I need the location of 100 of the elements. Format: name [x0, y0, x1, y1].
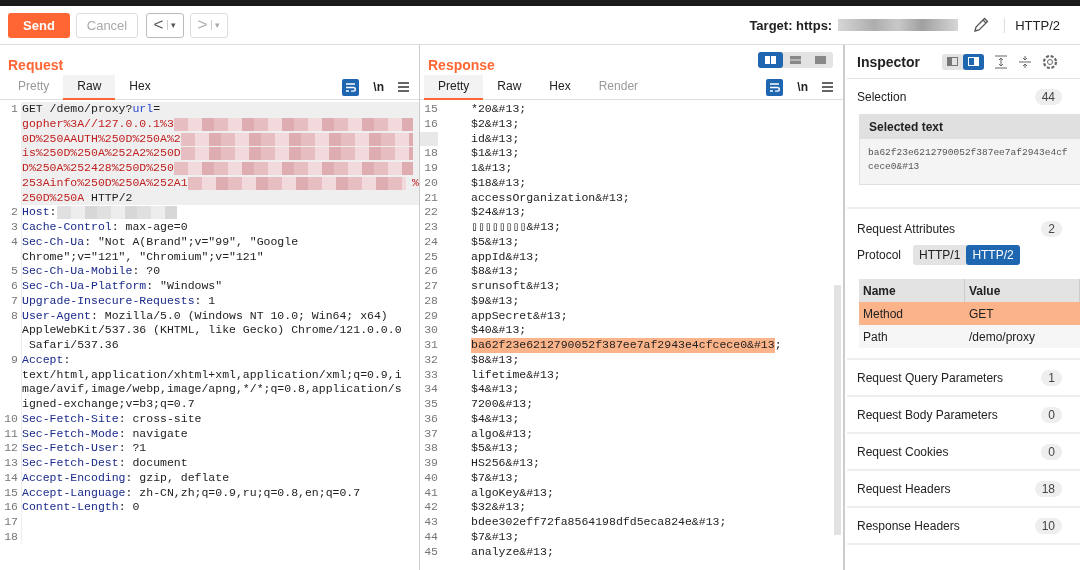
- code-line: GET /demo/proxy?url=: [22, 102, 162, 117]
- code-line: AppleWebKit/537.36 (KHTML, like Gecko) Chrome/121.0.0.0: [22, 323, 403, 338]
- code-line: accessOrganization&#13;: [470, 190, 630, 206]
- scrollbar[interactable]: [834, 285, 841, 535]
- line-number: 1: [0, 102, 21, 206]
- code-line: id&#13;: [470, 131, 520, 147]
- expand-icon[interactable]: [994, 54, 1008, 69]
- view-tab[interactable]: Hex: [535, 74, 585, 100]
- code-line: mage/avif,image/webp,image/apng,*/*;q=0.8,application/s: [22, 382, 403, 397]
- code-line: $5&#13;: [470, 234, 520, 250]
- code-line: analyze&#13;: [470, 544, 554, 560]
- code-line: Sec-Fetch-Mode: navigate: [22, 426, 189, 442]
- response-title: Response: [428, 57, 495, 75]
- code-line: Host:: [22, 205, 419, 220]
- view-tab[interactable]: Raw: [63, 74, 116, 100]
- code-line: $7&#13;: [470, 529, 520, 545]
- wrap-lines-icon[interactable]: [766, 78, 784, 96]
- field-label: Protocol: [857, 248, 902, 262]
- count-badge: 0: [1041, 443, 1062, 460]
- code-line: Sec-Ch-Ua: "Not A(Brand";v="99", "Google: [22, 234, 300, 250]
- code-line: Safari/537.36: [27, 338, 120, 353]
- back-button[interactable]: < ▾: [146, 12, 184, 38]
- code-line: $7&#13;: [470, 470, 520, 486]
- section-label[interactable]: Request Attributes: [857, 222, 956, 236]
- code-line: Sec-Fetch-User: ?1: [22, 441, 148, 456]
- code-line: User-Agent: Mozilla/5.0 (Windows NT 10.0; Win64; x64): [22, 308, 389, 324]
- code-line: Accept-Encoding: gzip, deflate: [22, 470, 231, 486]
- table-cell-text: Path: [862, 328, 889, 346]
- code-line: appSecret&#13;: [470, 308, 568, 324]
- request-title: Request: [8, 57, 64, 75]
- section-label[interactable]: Request Headers: [857, 481, 951, 496]
- code-line: Content-Length: 0: [22, 500, 141, 515]
- menu-icon[interactable]: [398, 82, 409, 92]
- menu-icon[interactable]: [822, 82, 833, 92]
- protocol-toggle[interactable]: HTTP/1: [913, 245, 967, 265]
- code-line: Sec-Fetch-Dest: document: [22, 456, 189, 471]
- section-label[interactable]: Request Cookies: [857, 444, 949, 459]
- count-badge: 18: [1034, 480, 1062, 497]
- rows-icon: [790, 56, 801, 64]
- columns-icon: [765, 56, 776, 64]
- section-label[interactable]: Response Headers: [857, 518, 960, 533]
- count-badge: 10: [1034, 517, 1062, 534]
- code-line: bdee302eff72fa8564198dfd5eca824e&#13;: [470, 515, 727, 530]
- code-line: Accept:: [22, 352, 72, 368]
- code-line: $8&#13;: [470, 352, 520, 368]
- code-line: lifetime&#13;: [470, 367, 561, 383]
- code-line: $2&#13;: [470, 116, 520, 132]
- single-pane-icon: [815, 56, 826, 64]
- code-line: D%250A%252428%250D%250: [22, 161, 419, 176]
- code-line: $1&#13;: [470, 146, 520, 161]
- code-line: 0D%250AAUTH%250D%250A%2: [22, 131, 419, 147]
- inspector-title: Inspector: [857, 53, 920, 70]
- code-line: *20&#13;: [470, 102, 527, 117]
- view-tab[interactable]: Hex: [115, 74, 165, 100]
- code-line: Sec-Ch-Ua-Mobile: ?0: [22, 264, 162, 279]
- code-line: Cache-Control: max-age=0: [22, 220, 189, 235]
- panel-icon: [947, 57, 958, 66]
- collapse-icon[interactable]: [1018, 54, 1032, 69]
- layout-button[interactable]: [758, 52, 783, 68]
- target-label: Target: https:: [749, 17, 833, 33]
- panel-layout-button[interactable]: [963, 53, 984, 70]
- table-cell-text: Method: [862, 305, 905, 323]
- code-line: $24&#13;: [470, 205, 527, 220]
- view-tab[interactable]: Raw: [483, 74, 536, 100]
- code-line: 1&#13;: [470, 161, 513, 176]
- count-badge: 44: [1034, 88, 1062, 105]
- code-line: is%250D%250A%252A2%250D: [22, 146, 419, 161]
- section-label[interactable]: Request Body Parameters: [857, 407, 998, 422]
- code-line: ba62f23e6212790052f387ee7af2943e4cfcece0&#13;: [470, 338, 782, 353]
- code-line: $8&#13;: [470, 264, 520, 279]
- count-badge: 1: [1041, 369, 1062, 386]
- pencil-icon[interactable]: [972, 16, 991, 34]
- section-label[interactable]: Request Query Parameters: [857, 370, 1004, 385]
- code-line: $18&#13;: [470, 175, 527, 191]
- code-line: srunsoft&#13;: [470, 279, 561, 294]
- table-cell-text: GET: [968, 305, 995, 323]
- panel-icon: [968, 57, 979, 66]
- protocol-toggle[interactable]: HTTP/2: [966, 245, 1020, 265]
- count-badge: 0: [1041, 406, 1062, 423]
- count-badge: 2: [1041, 221, 1062, 237]
- newline-toggle[interactable]: \n: [373, 80, 384, 94]
- code-line: Accept-Language: zh-CN,zh;q=0.9,ru;q=0.8,en;q=0.7: [22, 485, 362, 501]
- code-line: 253Ainfo%250D%250A%252A1 %: [22, 175, 419, 191]
- newline-toggle[interactable]: \n: [797, 80, 808, 94]
- code-line: gopher%3A//127.0.0.1%3: [22, 116, 419, 132]
- section-label[interactable]: Selection: [857, 89, 907, 104]
- code-line: $4&#13;: [470, 382, 520, 397]
- code-line: $40&#13;: [470, 323, 527, 338]
- code-line: $5&#13;: [470, 441, 520, 456]
- code-line: Sec-Ch-Ua-Platform: "Windows": [22, 279, 224, 294]
- wrap-lines-icon[interactable]: [342, 78, 360, 96]
- code-line: Chrome";v="121", "Chromium";v="121": [22, 249, 265, 265]
- code-line: 250D%250A HTTP/2: [22, 190, 134, 206]
- view-tab[interactable]: Pretty: [424, 74, 484, 100]
- table-cell-text: /demo/proxy: [968, 328, 1037, 346]
- protocol-label: HTTP/2: [1004, 17, 1060, 33]
- code-line: $4&#13;: [470, 411, 520, 427]
- code-line: $9&#13;: [470, 293, 520, 309]
- code-line: algo&#13;: [470, 426, 534, 442]
- settings-icon[interactable]: [1042, 53, 1058, 70]
